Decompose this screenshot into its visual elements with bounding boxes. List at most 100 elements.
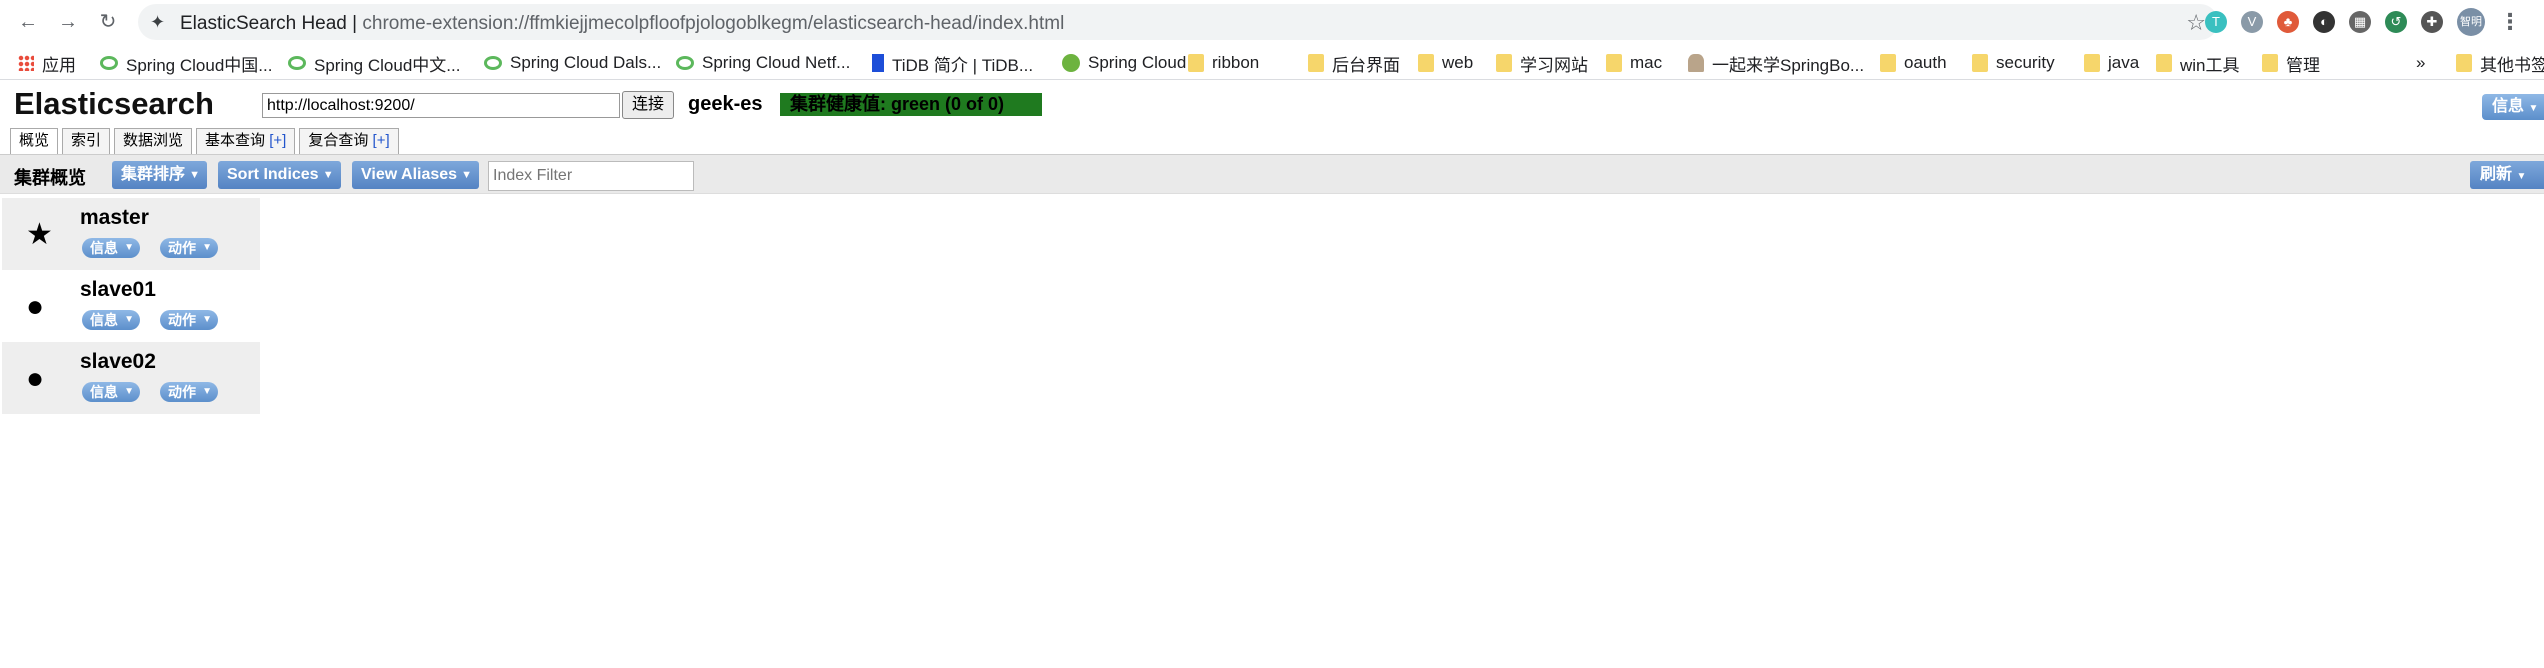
vue-extension-icon[interactable]: V (2241, 11, 2263, 33)
bookmark-item[interactable]: java (2084, 52, 2139, 74)
folder-icon (2262, 54, 2278, 72)
cluster-health-badge: 集群健康值: green (0 of 0) (780, 93, 1042, 116)
bookmark-item[interactable]: security (1972, 52, 2055, 74)
bookmark-item[interactable]: web (1418, 52, 1473, 74)
chevron-down-icon: ▼ (124, 242, 134, 253)
extension-page-icon: ✦ (150, 12, 166, 32)
bookmark-item[interactable]: 应用 (18, 52, 76, 75)
node-info-button[interactable]: 信息 ▼ (82, 310, 140, 330)
translate-extension-icon[interactable]: T (2205, 11, 2227, 33)
bookmark-item[interactable]: Spring Cloud中国... (100, 52, 272, 75)
node-action-label: 动作 (168, 384, 196, 400)
chevron-down-icon: ▼ (461, 169, 473, 181)
tab-label: 复合查询 (308, 132, 369, 149)
bookmark-item[interactable]: Spring Cloud Dals... (484, 52, 661, 74)
tab-add-query-link[interactable]: [+] (269, 132, 286, 149)
connect-button[interactable]: 连接 (622, 91, 674, 119)
refresh-button[interactable]: 刷新 ▼ (2470, 161, 2544, 189)
spring-leaf-icon (288, 56, 306, 70)
bookmark-label: security (1996, 53, 2055, 72)
bookmark-label: 后台界面 (1332, 55, 1400, 75)
bookmark-item[interactable]: 后台界面 (1308, 52, 1400, 75)
bookmark-item[interactable]: Spring Cloud Netf... (676, 52, 850, 74)
node-action-button[interactable]: 动作 ▼ (160, 382, 218, 402)
node-info-button[interactable]: 信息 ▼ (82, 238, 140, 258)
folder-icon (1308, 54, 1324, 72)
reload-icon[interactable]: ↻ (94, 8, 122, 36)
tab-label: 概览 (19, 132, 50, 149)
bookmark-item[interactable]: Spring Cloud (1062, 52, 1186, 74)
folder-icon (2456, 54, 2472, 72)
refresh-extension-icon[interactable]: ↺ (2385, 11, 2407, 33)
node-action-button[interactable]: 动作 ▼ (160, 238, 218, 258)
tab-item[interactable]: 基本查询 [+] (196, 128, 296, 154)
tab-item[interactable]: 概览 (10, 128, 59, 154)
circle-extension-icon[interactable]: ◐ (2313, 11, 2335, 33)
back-icon[interactable]: ← (14, 8, 42, 36)
bookmark-item[interactable]: mac (1606, 52, 1662, 74)
bookmark-label: oauth (1904, 53, 1947, 72)
tree-extension-icon[interactable]: ♣ (2277, 11, 2299, 33)
chevron-down-icon: ▼ (189, 169, 201, 181)
cluster-name: geek-es (688, 93, 763, 115)
bookmark-item[interactable]: 学习网站 (1496, 52, 1588, 75)
bookmark-item[interactable]: 管理 (2262, 52, 2320, 75)
tab-add-query-link[interactable]: [+] (373, 132, 390, 149)
folder-icon (1188, 54, 1204, 72)
index-filter-input[interactable] (488, 161, 694, 191)
spring-leaf-icon (100, 56, 118, 70)
tab-item[interactable]: 复合查询 [+] (299, 128, 399, 154)
view-aliases-label: View Aliases (361, 166, 458, 183)
tab-extension-icon[interactable]: ▦ (2349, 11, 2371, 33)
browser-menu-icon[interactable]: ⋮ (2499, 9, 2521, 35)
cluster-node-row: ● slave02 信息 ▼ 动作 ▼ (2, 342, 260, 414)
browser-toolbar: ← → ↻ ✦ ElasticSearch Head | chrome-exte… (0, 0, 2544, 44)
bookmark-label: Spring Cloud Netf... (702, 53, 851, 72)
profile-avatar[interactable]: 智明 (2457, 8, 2485, 36)
bookmarks-bar: 应用 Spring Cloud中国... Spring Cloud中文... Spri… (0, 46, 2544, 80)
info-menu-button[interactable]: 信息 ▼ (2482, 94, 2544, 120)
other-bookmarks-folder[interactable]: 其他书签 (2456, 52, 2544, 75)
folder-icon (2084, 54, 2100, 72)
node-info-button[interactable]: 信息 ▼ (82, 382, 140, 402)
puzzle-extensions-icon[interactable]: ✚ (2421, 11, 2443, 33)
forward-icon[interactable]: → (54, 8, 82, 36)
view-aliases-button[interactable]: View Aliases ▼ (352, 161, 480, 189)
chevron-down-icon: ▼ (202, 242, 212, 253)
bookmark-label: Spring Cloud中文... (314, 55, 461, 75)
connection-url-input[interactable] (262, 93, 620, 118)
bookmark-label: Spring Cloud Dals... (510, 53, 662, 72)
bookmark-item[interactable]: Spring Cloud中文... (288, 52, 461, 75)
bookmark-star-icon[interactable]: ☆ (2186, 10, 2206, 36)
node-list: ★ master 信息 ▼ 动作 ▼ ● slave01 信息 ▼ 动作 ▼ ● slave02 信息 ▼ 动作… (2, 198, 260, 414)
bookmark-label: java (2108, 53, 2140, 72)
address-text: ElasticSearch Head | chrome-extension://… (180, 13, 1065, 34)
tidb-icon (872, 54, 884, 72)
sort-cluster-button[interactable]: 集群排序 ▼ (112, 161, 208, 189)
bookmarks-overflow-button[interactable]: » (2416, 52, 2425, 74)
folder-icon (1880, 54, 1896, 72)
bookmark-item[interactable]: oauth (1880, 52, 1947, 74)
sort-indices-button[interactable]: Sort Indices ▼ (218, 161, 341, 189)
node-action-button[interactable]: 动作 ▼ (160, 310, 218, 330)
bookmark-item[interactable]: 一起来学SpringBo... (1688, 52, 1865, 75)
bookmark-label: 一起来学SpringBo... (1712, 55, 1865, 75)
chevron-down-icon: ▼ (124, 314, 134, 325)
folder-icon (1972, 54, 1988, 72)
bookmark-item[interactable]: TiDB 简介 | TiDB... (872, 52, 1033, 75)
bookmark-item[interactable]: ribbon (1188, 52, 1259, 74)
bookmark-label: Spring Cloud (1088, 53, 1187, 72)
chevron-down-icon: ▼ (202, 386, 212, 397)
tab-item[interactable]: 数据浏览 (114, 128, 193, 154)
bookmark-item[interactable]: win工具 (2156, 52, 2240, 75)
avatar-icon (1688, 54, 1704, 72)
circle-icon: ● (26, 290, 45, 323)
node-info-label: 信息 (90, 312, 118, 328)
chevron-down-icon: ▼ (2516, 171, 2527, 182)
node-action-label: 动作 (168, 312, 196, 328)
spring-leaf-icon (484, 56, 502, 70)
tab-label: 索引 (71, 132, 102, 149)
address-bar[interactable]: ✦ ElasticSearch Head | chrome-extension:… (138, 4, 2218, 40)
tab-item[interactable]: 索引 (62, 128, 111, 154)
folder-icon (1606, 54, 1622, 72)
